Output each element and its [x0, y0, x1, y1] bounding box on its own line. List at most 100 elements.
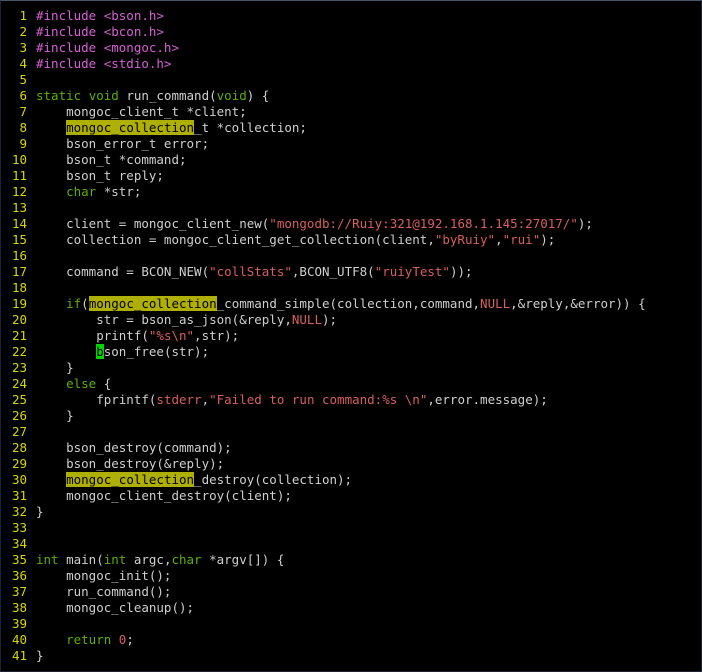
line-number: 6 — [19, 88, 27, 103]
code-token: "ruiyTest" — [374, 264, 450, 279]
line-number: 25 — [11, 392, 27, 407]
line-number: 27 — [11, 424, 27, 439]
code-line[interactable]: 25 fprintf(stderr,"Failed to run command… — [1, 392, 701, 408]
code-line[interactable]: 22 bson_free(str); — [1, 344, 701, 360]
code-token: )); — [449, 264, 473, 279]
code-token: "collStats" — [209, 264, 292, 279]
code-token: fprintf( — [36, 392, 157, 407]
code-token: else — [66, 376, 97, 391]
code-line[interactable]: 24 else { — [1, 376, 701, 392]
code-token: bson_t reply; — [36, 168, 164, 183]
code-token: collection = mongoc_client_get_collectio… — [36, 232, 435, 247]
code-line[interactable]: 17 command = BCON_NEW("collStats",BCON_U… — [1, 264, 701, 280]
line-number: 12 — [11, 184, 27, 199]
code-token: "Failed to run command:%s \n" — [209, 392, 428, 407]
code-line[interactable]: 7 mongoc_client_t *client; — [1, 104, 701, 120]
line-number: 20 — [11, 312, 27, 327]
code-line[interactable]: 8 mongoc_collection_t *collection; — [1, 120, 701, 136]
line-number: 33 — [11, 520, 27, 535]
code-token: mongoc_cleanup(); — [36, 600, 195, 615]
code-token: char — [171, 552, 202, 567]
code-token: *str; — [96, 184, 142, 199]
code-line[interactable]: 12 char *str; — [1, 184, 701, 200]
code-token: bson_destroy(command); — [36, 440, 232, 455]
terminal-window: 1 #include <bson.h> 2 #include <bcon.h> 3 #in… — [0, 0, 702, 672]
code-line[interactable]: 15 collection = mongoc_client_get_collec… — [1, 232, 701, 248]
code-line[interactable]: 3 #include <mongoc.h> — [1, 40, 701, 56]
code-token: int — [103, 552, 127, 567]
line-number: 30 — [11, 472, 27, 487]
code-line[interactable]: 21 printf("%s\n",str); — [1, 328, 701, 344]
line-number: 31 — [11, 488, 27, 503]
code-line[interactable]: 11 bson_t reply; — [1, 168, 701, 184]
line-number: 36 — [11, 568, 27, 583]
code-line[interactable]: 2 #include <bcon.h> — [1, 24, 701, 40]
code-token: ; — [126, 632, 134, 647]
text-cursor: b — [96, 344, 104, 359]
code-token: #include <bcon.h> — [36, 24, 164, 39]
code-editor[interactable]: 1 #include <bson.h> 2 #include <bcon.h> 3 #in… — [1, 8, 701, 664]
code-token: } — [36, 648, 44, 663]
code-token: ) { — [246, 88, 270, 103]
code-token: NULL — [291, 312, 322, 327]
code-line[interactable]: 33 — [1, 520, 701, 536]
code-line[interactable]: 41} — [1, 648, 701, 664]
code-line[interactable]: 27 — [1, 424, 701, 440]
code-token: bson_destroy(&reply); — [36, 456, 225, 471]
code-line[interactable]: 18 — [1, 280, 701, 296]
code-token: ,&reply,&error)) { — [510, 296, 646, 311]
line-number: 4 — [19, 56, 27, 71]
code-line[interactable]: 6 static void run_command(void) { — [1, 88, 701, 104]
code-line[interactable]: 1 #include <bson.h> — [1, 8, 701, 24]
code-line[interactable]: 23 } — [1, 360, 701, 376]
line-number: 9 — [19, 136, 27, 151]
code-line[interactable]: 14 client = mongoc_client_new("mongodb:/… — [1, 216, 701, 232]
line-number: 19 — [11, 296, 27, 311]
code-token: ( — [81, 296, 89, 311]
code-line[interactable]: 16 — [1, 248, 701, 264]
code-line[interactable]: 26 } — [1, 408, 701, 424]
code-token: run_command(); — [36, 584, 172, 599]
code-line[interactable]: 10 bson_t *command; — [1, 152, 701, 168]
code-line[interactable]: 4 #include <stdio.h> — [1, 56, 701, 72]
code-line[interactable]: 13 — [1, 200, 701, 216]
code-line[interactable]: 36 mongoc_init(); — [1, 568, 701, 584]
code-line[interactable]: 32} — [1, 504, 701, 520]
code-token: mongoc_client_destroy(client); — [36, 488, 292, 503]
code-line[interactable]: 20 str = bson_as_json(&reply,NULL); — [1, 312, 701, 328]
code-token: _t *collection; — [194, 120, 307, 135]
code-line[interactable]: 19 if(mongoc_collection_command_simple(c… — [1, 296, 701, 312]
code-line[interactable]: 34 — [1, 536, 701, 552]
line-number: 1 — [19, 8, 27, 23]
line-number: 2 — [19, 24, 27, 39]
code-token: "rui" — [502, 232, 541, 247]
search-match-highlight: mongoc_collection — [66, 120, 195, 135]
code-line[interactable]: 40 return 0; — [1, 632, 701, 648]
code-line[interactable]: 28 bson_destroy(command); — [1, 440, 701, 456]
code-token: } — [36, 504, 44, 519]
code-token: ,str); — [194, 328, 240, 343]
code-line[interactable]: 39 — [1, 616, 701, 632]
code-line[interactable]: 37 run_command(); — [1, 584, 701, 600]
code-token: ,BCON_UTF8( — [291, 264, 375, 279]
code-line[interactable]: 9 bson_error_t error; — [1, 136, 701, 152]
code-token: _command_simple(collection,command, — [216, 296, 481, 311]
line-number: 40 — [11, 632, 27, 647]
code-line[interactable]: 31 mongoc_client_destroy(client); — [1, 488, 701, 504]
code-token: son_free(str); — [103, 344, 210, 359]
code-line[interactable]: 38 mongoc_cleanup(); — [1, 600, 701, 616]
code-token: _destroy(collection); — [194, 472, 353, 487]
code-token: ); — [577, 216, 593, 231]
code-token: , — [495, 232, 503, 247]
code-line[interactable]: 30 mongoc_collection_destroy(collection)… — [1, 472, 701, 488]
code-line[interactable]: 5 — [1, 72, 701, 88]
code-token: *argv[]) { — [201, 552, 285, 567]
code-token: str = bson_as_json(&reply, — [36, 312, 292, 327]
code-token: if — [66, 296, 82, 311]
line-number: 29 — [11, 456, 27, 471]
code-line[interactable]: 35 int main(int argc,char *argv[]) { — [1, 552, 701, 568]
line-number: 38 — [11, 600, 27, 615]
code-line[interactable]: 29 bson_destroy(&reply); — [1, 456, 701, 472]
